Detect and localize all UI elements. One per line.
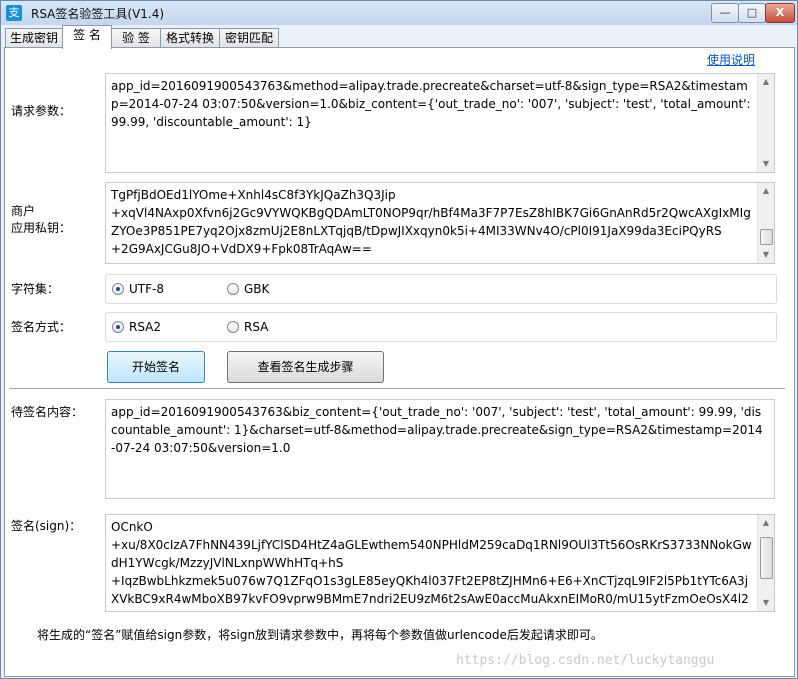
radio-selected-icon: [112, 283, 124, 295]
charset-utf8-label: UTF-8: [129, 282, 164, 296]
minimize-button[interactable]: —: [711, 3, 739, 23]
help-link[interactable]: 使用说明: [707, 51, 755, 68]
footer-instruction: 将生成的“签名”赋值给sign参数，将sign放到请求参数中，再将每个参数值做u…: [37, 628, 603, 642]
radio-unselected-icon: [227, 283, 239, 295]
private-key-label-line1: 商户: [11, 204, 36, 218]
maximize-button[interactable]: □: [738, 3, 766, 23]
scroll-down-icon[interactable]: ▼: [758, 156, 774, 172]
radio-unselected-icon: [227, 321, 239, 333]
scroll-down-icon[interactable]: ▼: [758, 595, 774, 611]
scroll-up-icon[interactable]: ▲: [758, 183, 774, 199]
window-title: RSA签名验签工具(V1.4): [31, 7, 165, 21]
tab-strip: 生成密钥 签 名 验 签 格式转换 密钥匹配: [5, 25, 795, 49]
request-params-textarea[interactable]: app_id=2016091900543763&method=alipay.tr…: [105, 73, 775, 173]
charset-label: 字符集：: [11, 282, 60, 296]
sign-method-label: 签名方式：: [11, 320, 72, 334]
tab-format-convert[interactable]: 格式转换: [160, 28, 220, 48]
signature-scrollbar[interactable]: ▲ ▼: [757, 515, 774, 611]
sign-method-rsa2-label: RSA2: [129, 320, 162, 334]
signature-textarea[interactable]: OCnkO +xu/8X0cIzA7FhNN439LjfYClSD4HtZ4aG…: [105, 514, 775, 612]
scroll-up-icon[interactable]: ▲: [758, 74, 774, 90]
view-sign-steps-button[interactable]: 查看签名生成步骤: [227, 351, 384, 383]
tab-sign[interactable]: 签 名: [62, 25, 112, 49]
start-sign-button[interactable]: 开始签名: [107, 351, 205, 383]
sign-method-rsa-label: RSA: [244, 320, 269, 334]
request-params-scrollbar[interactable]: ▲ ▼: [757, 74, 774, 172]
radio-selected-icon: [112, 321, 124, 333]
section-divider: [9, 388, 785, 389]
private-key-scrollbar[interactable]: ▲ ▼: [757, 183, 774, 263]
to-sign-text: app_id=2016091900543763&biz_content={'ou…: [111, 405, 763, 455]
tab-key-match[interactable]: 密钥匹配: [219, 28, 279, 48]
request-params-text: app_id=2016091900543763&method=alipay.tr…: [111, 79, 755, 129]
app-window: 支 RSA签名验签工具(V1.4) — □ X 生成密钥 签 名 验 签 格式转…: [0, 0, 798, 679]
private-key-label-line2: 应用私钥：: [11, 221, 72, 235]
scroll-up-icon[interactable]: ▲: [758, 515, 774, 531]
charset-group: UTF-8 GBK: [105, 274, 777, 304]
title-bar[interactable]: 支 RSA签名验签工具(V1.4) — □ X: [1, 1, 797, 25]
signature-text: OCnkO +xu/8X0cIzA7FhNN439LjfYClSD4HtZ4aG…: [111, 520, 752, 611]
tab-verify[interactable]: 验 签: [111, 28, 161, 48]
private-key-textarea[interactable]: TgPfjBdOEd1lYOme+Xnhl4sC8f3YkJQaZh3Q3Jip…: [105, 182, 775, 264]
charset-gbk-label: GBK: [244, 282, 270, 296]
app-logo-icon: 支: [6, 5, 22, 21]
scroll-thumb[interactable]: [760, 229, 773, 245]
to-sign-label: 待签名内容：: [11, 405, 84, 419]
watermark: https://blog.csdn.net/luckytanggu: [456, 653, 715, 668]
close-button[interactable]: X: [765, 3, 795, 23]
scroll-down-icon[interactable]: ▼: [758, 247, 774, 263]
request-params-label: 请求参数：: [11, 104, 72, 118]
tab-generate-key[interactable]: 生成密钥: [5, 28, 63, 48]
signature-label: 签名(sign)：: [11, 519, 82, 533]
scroll-thumb[interactable]: [760, 537, 773, 579]
sign-method-group: RSA2 RSA: [105, 312, 777, 342]
to-sign-textarea[interactable]: app_id=2016091900543763&biz_content={'ou…: [105, 399, 775, 499]
private-key-text: TgPfjBdOEd1lYOme+Xnhl4sC8f3YkJQaZh3Q3Jip…: [111, 188, 751, 256]
